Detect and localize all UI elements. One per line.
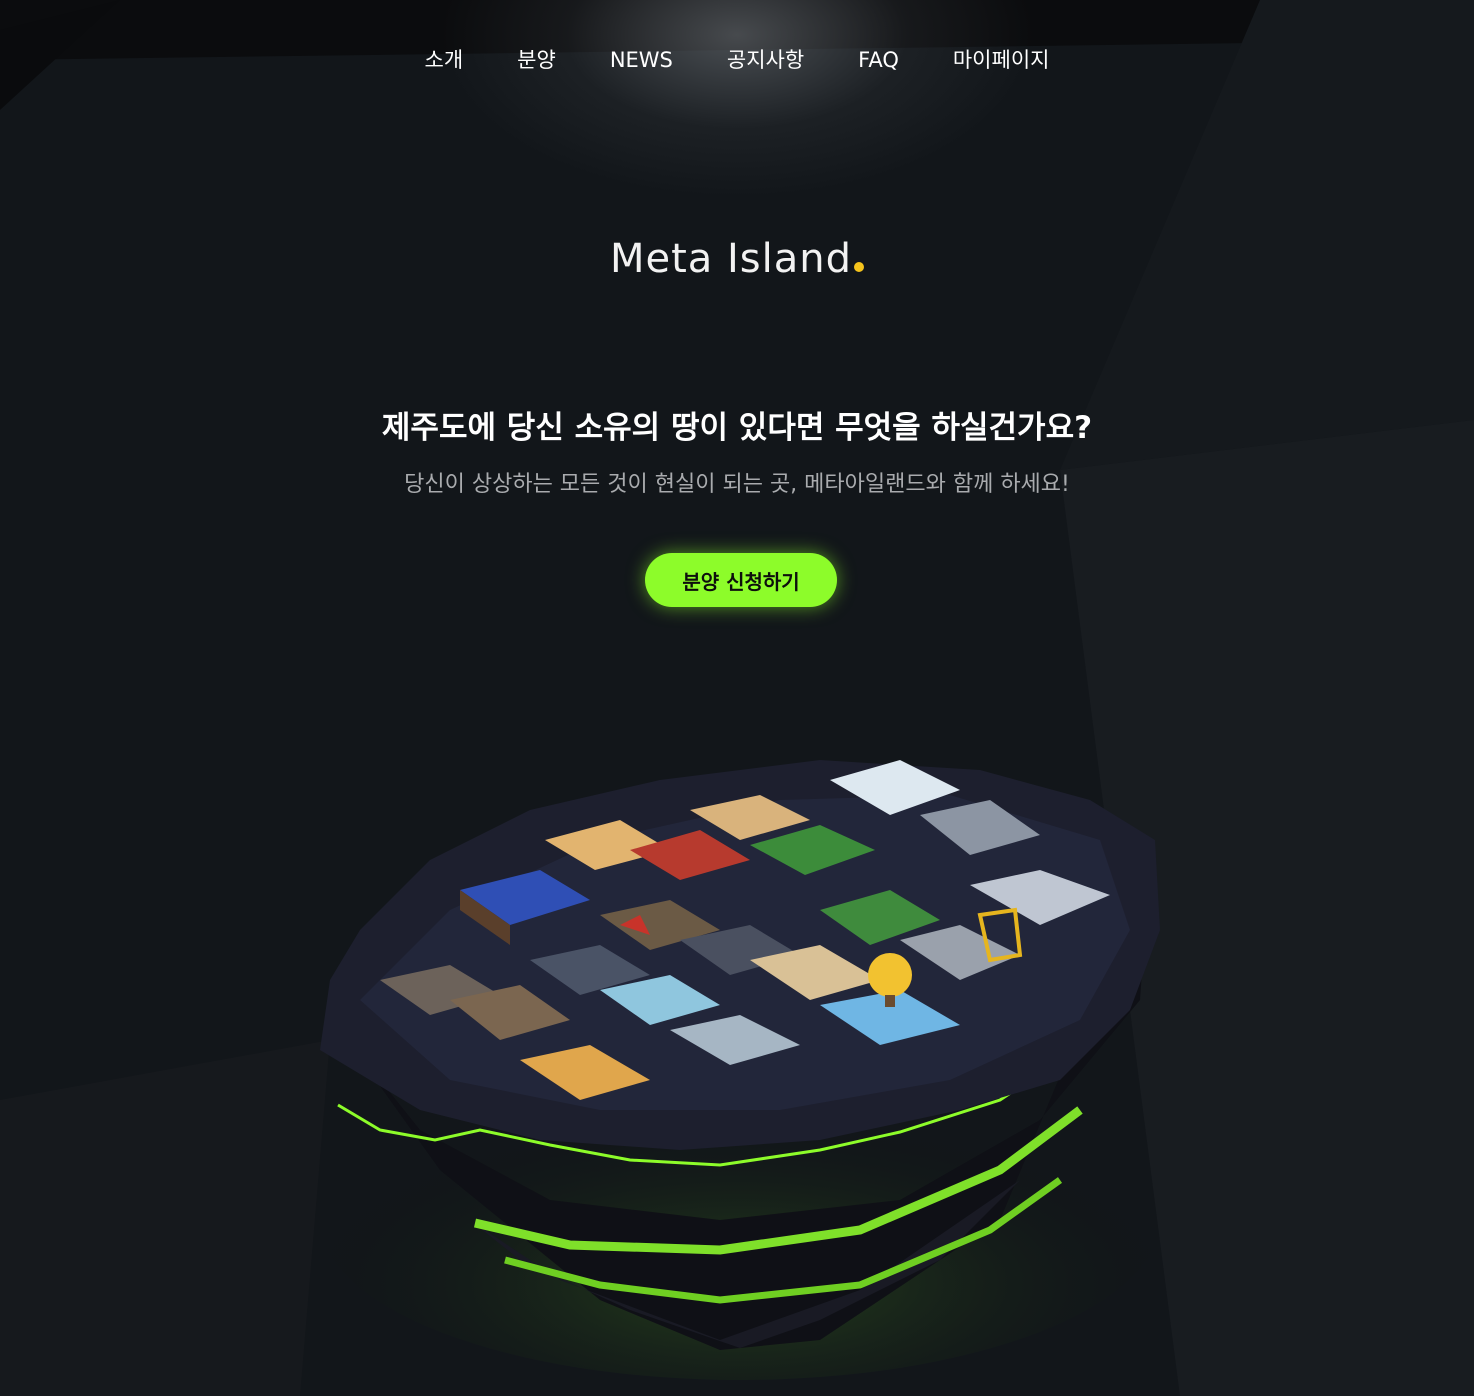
hero-headline: 제주도에 당신 소유의 땅이 있다면 무엇을 하실건가요? bbox=[381, 410, 1093, 446]
logo-text: Meta Island bbox=[609, 236, 853, 282]
nav-item-news[interactable]: NEWS bbox=[610, 42, 673, 82]
nav-menu: 소개 분양 NEWS 공지사항 FAQ 마이페이지 bbox=[398, 42, 1077, 82]
meta-island-logo[interactable]: Meta Island bbox=[0, 236, 1474, 282]
apply-sale-button[interactable]: 분양 신청하기 bbox=[645, 553, 837, 607]
nav-item-notice[interactable]: 공지사항 bbox=[727, 42, 804, 82]
hero-subline: 당신이 상상하는 모든 것이 현실이 되는 곳, 메타아일랜드와 함께 하세요! bbox=[404, 472, 1070, 497]
nav-item-mypage[interactable]: 마이페이지 bbox=[953, 42, 1050, 82]
main-navigation: 소개 분양 NEWS 공지사항 FAQ 마이페이지 bbox=[0, 42, 1474, 82]
logo-dot bbox=[854, 262, 865, 272]
island-illustration bbox=[320, 760, 1160, 1380]
nav-item-faq[interactable]: FAQ bbox=[858, 42, 899, 82]
nav-item-intro[interactable]: 소개 bbox=[425, 42, 464, 82]
nav-item-sale[interactable]: 분양 bbox=[517, 42, 556, 82]
